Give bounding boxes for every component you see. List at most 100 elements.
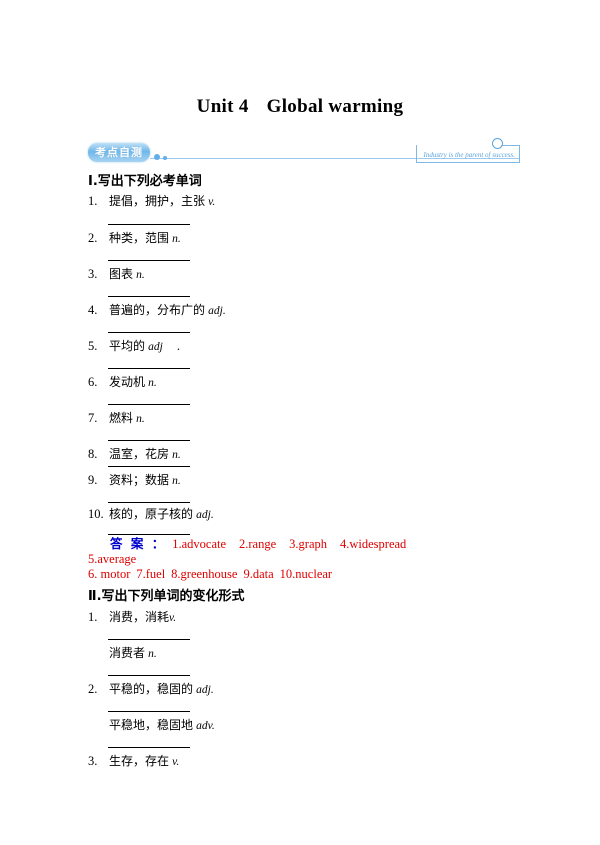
item-number: 10. bbox=[88, 507, 104, 521]
item-part-of-speech: adj bbox=[148, 341, 163, 353]
item-chinese: 普遍的，分布广的 bbox=[109, 303, 206, 317]
item-number: 1. bbox=[88, 194, 98, 208]
question-item: 1. 消费，消耗v. bbox=[88, 608, 176, 625]
title-unit: Unit 4 bbox=[196, 96, 249, 117]
item-number: 3. bbox=[88, 754, 98, 768]
item-number: 3. bbox=[88, 267, 98, 281]
answer-entry: 3.graph bbox=[289, 537, 327, 551]
answer-entry: 2.range bbox=[239, 537, 277, 551]
banner-badge: 考点自测 bbox=[88, 143, 150, 162]
item-trailing: . bbox=[176, 339, 180, 353]
item-chinese: 燃料 bbox=[109, 411, 134, 425]
answer-blank[interactable] bbox=[108, 296, 190, 297]
item-number: 4. bbox=[88, 303, 98, 317]
title-topic: Global warming bbox=[266, 96, 404, 117]
item-chinese: 图表 bbox=[109, 267, 134, 281]
subitem-part-of-speech: n. bbox=[148, 648, 157, 660]
document-page: Unit 4 Global warming 考点自测 Industry is th… bbox=[0, 0, 600, 845]
item-part-of-speech: v. bbox=[169, 612, 177, 624]
banner-dots-icon bbox=[154, 154, 170, 162]
item-number: 2. bbox=[88, 231, 98, 245]
answer-row: 6. motor 7.fuel 8.greenhouse 9.data 10.nucle… bbox=[88, 567, 518, 582]
subitem-chinese: 消费者 bbox=[109, 646, 146, 660]
answer-entry: 5.average bbox=[88, 552, 137, 566]
answer-blank[interactable] bbox=[108, 260, 190, 261]
banner-motto-box: Industry is the parent of success. bbox=[416, 138, 520, 163]
section-banner: 考点自测 Industry is the parent of success. bbox=[88, 138, 520, 166]
question-item: 5. 平均的 adj. bbox=[88, 337, 180, 354]
answer-blank[interactable] bbox=[108, 368, 190, 369]
answer-blank[interactable] bbox=[108, 747, 190, 748]
question-subitem: 平稳地，稳固地 adv. bbox=[109, 716, 215, 733]
question-item: 3. 图表 n. bbox=[88, 265, 145, 282]
item-part-of-speech: n. bbox=[172, 233, 181, 245]
item-number: 9. bbox=[88, 473, 98, 487]
item-number: 7. bbox=[88, 411, 98, 425]
item-part-of-speech: n. bbox=[172, 449, 181, 461]
answer-entry: 6. motor bbox=[88, 567, 131, 581]
question-item: 7. 燃料 n. bbox=[88, 409, 145, 426]
item-chinese: 生存，存在 bbox=[109, 754, 170, 768]
item-chinese: 种类，范围 bbox=[109, 231, 170, 245]
answer-row: 答 案 ： 1.advocate 2.range 3.graph 4.widesprea… bbox=[88, 536, 518, 552]
item-number: 8. bbox=[88, 447, 98, 461]
circle-icon bbox=[492, 138, 503, 149]
item-chinese: 核的，原子核的 bbox=[109, 507, 194, 521]
question-item: 2. 种类，范围 n. bbox=[88, 229, 181, 246]
subitem-chinese: 平稳地，稳固地 bbox=[109, 718, 194, 732]
answer-entry: 8.greenhouse bbox=[171, 567, 238, 581]
item-chinese: 提倡，拥护，主张 bbox=[109, 194, 206, 208]
item-part-of-speech: v. bbox=[172, 756, 180, 768]
item-part-of-speech: adj. bbox=[208, 305, 226, 317]
item-part-of-speech: n. bbox=[172, 475, 181, 487]
answer-blank[interactable] bbox=[108, 440, 190, 441]
answer-blank[interactable] bbox=[108, 639, 190, 640]
answer-entry: 1.advocate bbox=[172, 537, 227, 551]
item-number: 6. bbox=[88, 375, 98, 389]
question-item: 9. 资料；数据 n. bbox=[88, 471, 181, 488]
answer-blank[interactable] bbox=[108, 466, 190, 467]
answer-blank[interactable] bbox=[108, 711, 190, 712]
item-chinese: 平稳的，稳固的 bbox=[109, 682, 194, 696]
answer-key-block: 答 案 ： 1.advocate 2.range 3.graph 4.widesprea… bbox=[88, 536, 518, 582]
answer-entry: 7.fuel bbox=[136, 567, 166, 581]
subitem-part-of-speech: adv. bbox=[196, 720, 215, 732]
question-item: 2. 平稳的，稳固的 adj. bbox=[88, 680, 214, 697]
banner-motto: Industry is the parent of success. bbox=[423, 151, 515, 159]
section-heading-2: Ⅱ.写出下列单词的变化形式 bbox=[88, 589, 245, 604]
item-number: 2. bbox=[88, 682, 98, 696]
question-item: 8. 温室，花房 n. bbox=[88, 445, 181, 462]
item-chinese: 资料；数据 bbox=[109, 473, 170, 487]
answer-blank[interactable] bbox=[108, 224, 190, 225]
item-chinese: 温室，花房 bbox=[109, 447, 170, 461]
answer-blank[interactable] bbox=[108, 534, 190, 535]
question-item: 10. 核的，原子核的 adj. bbox=[88, 505, 214, 522]
page-title: Unit 4 Global warming bbox=[0, 96, 600, 118]
question-item: 4. 普遍的，分布广的 adj. bbox=[88, 301, 226, 318]
item-part-of-speech: n. bbox=[136, 269, 145, 281]
answer-blank[interactable] bbox=[108, 404, 190, 405]
item-chinese: 消费，消耗 bbox=[109, 610, 170, 624]
answer-entry: 9.data bbox=[243, 567, 274, 581]
item-number: 5. bbox=[88, 339, 98, 353]
answer-blank[interactable] bbox=[108, 502, 190, 503]
item-part-of-speech: adj. bbox=[196, 684, 214, 696]
question-item: 1. 提倡，拥护，主张 v. bbox=[88, 192, 215, 209]
item-number: 1. bbox=[88, 610, 98, 624]
question-subitem: 消费者 n. bbox=[109, 644, 157, 661]
section-heading-1: Ⅰ.写出下列必考单词 bbox=[88, 174, 202, 189]
item-part-of-speech: n. bbox=[148, 377, 157, 389]
answer-label: 答 案 ： bbox=[110, 536, 167, 551]
item-chinese: 发动机 bbox=[109, 375, 146, 389]
answer-blank[interactable] bbox=[108, 332, 190, 333]
answer-blank[interactable] bbox=[108, 675, 190, 676]
question-item: 6. 发动机 n. bbox=[88, 373, 157, 390]
question-item: 3. 生存，存在 v. bbox=[88, 752, 179, 769]
item-part-of-speech: v. bbox=[208, 196, 216, 208]
item-part-of-speech: n. bbox=[136, 413, 145, 425]
item-part-of-speech: adj. bbox=[196, 509, 214, 521]
answer-row: 5.average bbox=[88, 552, 518, 567]
item-chinese: 平均的 bbox=[109, 339, 146, 353]
answer-entry: 10.nuclear bbox=[279, 567, 333, 581]
answer-entry: 4.widespread bbox=[340, 537, 407, 551]
